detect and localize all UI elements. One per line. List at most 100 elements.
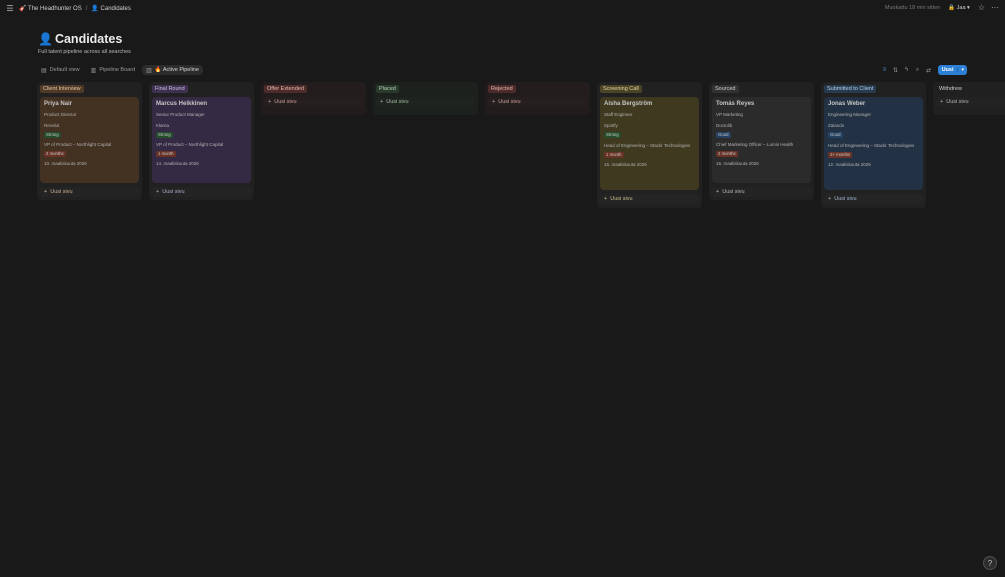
candidate-card[interactable]: Marcus Heikkinen Senior Product Manager Kl… bbox=[152, 97, 251, 183]
column-header[interactable]: Placed bbox=[376, 85, 399, 93]
add-page-button[interactable]: + Uusi sivu bbox=[712, 187, 811, 197]
search-icon[interactable]: ⌕ bbox=[913, 65, 923, 75]
candidate-name: Marcus Heikkinen bbox=[156, 101, 208, 107]
add-page-button[interactable]: + Uusi sivu bbox=[376, 97, 475, 107]
candidate-card[interactable]: Priya Nair Product Director Revolut Strong V… bbox=[40, 97, 139, 183]
candidate-card[interactable]: Jonas Weber Engineering Manager Zalando Goo… bbox=[824, 97, 923, 190]
board-column: Sourced Tomás Reyes VP Marketing Doctolib Go… bbox=[709, 82, 814, 200]
fit-badge: Strong bbox=[44, 132, 61, 138]
board-column: Withdrew + Uusi sivu bbox=[933, 82, 1005, 115]
plus-icon: + bbox=[604, 196, 608, 202]
add-page-button[interactable]: + Uusi sivu bbox=[936, 97, 1005, 107]
menu-icon[interactable]: ☰ bbox=[5, 4, 15, 14]
column-header[interactable]: Withdrew bbox=[936, 85, 965, 93]
plus-icon: + bbox=[268, 99, 272, 105]
column-header[interactable]: Offer Extended bbox=[264, 85, 307, 93]
candidate-role: Product Director bbox=[44, 112, 77, 117]
candidate-company: Spotify bbox=[604, 123, 618, 128]
filter-icon[interactable]: ≡ bbox=[880, 65, 890, 75]
add-page-button[interactable]: + Uusi sivu bbox=[488, 97, 587, 107]
add-page-label: Uusi sivu bbox=[834, 196, 857, 202]
table-icon: ▤ bbox=[41, 67, 47, 74]
candidate-name: Aisha Bergström bbox=[604, 101, 653, 107]
add-page-button[interactable]: + Uusi sivu bbox=[600, 194, 699, 204]
fit-badge: Strong bbox=[604, 132, 621, 138]
column-header[interactable]: Client Interview bbox=[40, 85, 84, 93]
add-page-button[interactable]: + Uusi sivu bbox=[264, 97, 363, 107]
help-icon[interactable]: ? bbox=[983, 556, 997, 570]
chevron-down-icon[interactable]: ▾ bbox=[957, 67, 967, 73]
candidate-card[interactable]: Aisha Bergström Staff Engineer Spotify Stro… bbox=[600, 97, 699, 190]
tab-pipeline-board[interactable]: ▥ Pipeline Board bbox=[87, 65, 139, 75]
board-column: Client Interview Priya Nair Product Direct… bbox=[37, 82, 142, 200]
candidate-role: VP Marketing bbox=[716, 112, 743, 117]
edited-timestamp: Muokattu 18 min sitten bbox=[884, 4, 941, 11]
candidate-name: Jonas Weber bbox=[828, 101, 866, 107]
plus-icon: + bbox=[380, 99, 384, 105]
board-column: Final Round Marcus Heikkinen Senior Produc… bbox=[149, 82, 254, 200]
share-button[interactable]: 🔒 Jaa ▾ bbox=[948, 5, 970, 11]
board-column: Screening Call Aisha Bergström Staff Engin… bbox=[597, 82, 702, 208]
add-page-label: Uusi sivu bbox=[946, 99, 969, 105]
add-page-label: Uusi sivu bbox=[50, 189, 73, 195]
add-page-button[interactable]: + Uusi sivu bbox=[824, 194, 923, 204]
board-column: Submitted to Client Jonas Weber Engineerin… bbox=[821, 82, 926, 208]
new-button-label: Uusi bbox=[941, 67, 954, 73]
column-status-label: Offer Extended bbox=[264, 85, 307, 93]
column-status-label: Final Round bbox=[152, 85, 188, 93]
candidate-name: Priya Nair bbox=[44, 101, 73, 107]
search-relation: VP of Product – Northlight Capital bbox=[44, 142, 112, 147]
add-page-button[interactable]: + Uusi sivu bbox=[152, 187, 251, 197]
search-relation: Chief Marketing Officer – Lumis Health bbox=[716, 142, 794, 147]
candidate-card[interactable]: Tomás Reyes VP Marketing Doctolib Good Chief… bbox=[712, 97, 811, 183]
time-in-stage-badge: 2 months bbox=[44, 151, 66, 157]
tab-label: Pipeline Board bbox=[99, 67, 136, 73]
board-column: Rejected + Uusi sivu bbox=[485, 82, 590, 115]
time-in-stage-badge: 2 months bbox=[716, 151, 738, 157]
breadcrumb-page[interactable]: 👤 Candidates bbox=[91, 5, 131, 12]
column-header[interactable]: Final Round bbox=[152, 85, 188, 93]
column-header[interactable]: Rejected bbox=[488, 85, 516, 93]
time-in-stage-badge: 1 month bbox=[604, 152, 624, 158]
new-button[interactable]: Uusi ▾ bbox=[937, 65, 967, 75]
breadcrumb-workspace[interactable]: 🎸 The Headhunter OS bbox=[19, 5, 82, 12]
stage-date: 15. maaliskuuta 2026 bbox=[604, 162, 647, 167]
page-header: 👤 Candidates bbox=[38, 32, 122, 46]
tab-label: 🔥 Active Pipeline bbox=[154, 67, 199, 73]
tab-active-pipeline[interactable]: ▥ 🔥 Active Pipeline bbox=[142, 65, 203, 75]
view-tabs: ▤ Default view ▥ Pipeline Board ▥ 🔥 Acti… bbox=[37, 65, 206, 75]
tab-default-view[interactable]: ▤ Default view bbox=[37, 65, 84, 75]
candidate-company: Doctolib bbox=[716, 123, 733, 128]
settings-icon[interactable]: ⇄ bbox=[924, 65, 934, 75]
sort-icon[interactable]: ⇅ bbox=[891, 65, 901, 75]
stage-date: 12. maaliskuuta 2026 bbox=[828, 162, 871, 167]
automation-bolt-icon[interactable]: ϟ bbox=[902, 65, 912, 75]
favorite-star-icon[interactable]: ☆ bbox=[978, 3, 985, 12]
more-options-icon[interactable]: ··· bbox=[991, 3, 999, 12]
time-in-stage-badge: 1 month bbox=[156, 151, 176, 157]
plus-icon: + bbox=[44, 189, 48, 195]
stage-date: 14. maaliskuuta 2026 bbox=[156, 161, 199, 166]
column-status-label: Sourced bbox=[712, 85, 739, 93]
top-bar: ☰ 🎸 The Headhunter OS / 👤 Candidates Muo… bbox=[0, 0, 1005, 17]
tab-label: Default view bbox=[49, 67, 80, 73]
column-header[interactable]: Sourced bbox=[712, 85, 739, 93]
candidate-role: Staff Engineer bbox=[604, 112, 633, 117]
fit-badge: Good bbox=[828, 132, 843, 138]
page-emoji-icon[interactable]: 👤 bbox=[38, 32, 53, 46]
board-column: Placed + Uusi sivu bbox=[373, 82, 478, 115]
time-in-stage-badge: 3+ months bbox=[828, 152, 853, 158]
column-header[interactable]: Screening Call bbox=[600, 85, 642, 93]
add-page-label: Uusi sivu bbox=[498, 99, 521, 105]
board-icon: ▥ bbox=[90, 67, 97, 74]
search-relation: VP of Product – Northlight Capital bbox=[156, 142, 224, 147]
share-label: Jaa bbox=[956, 4, 966, 11]
column-header[interactable]: Submitted to Client bbox=[824, 85, 877, 93]
add-page-button[interactable]: + Uusi sivu bbox=[40, 187, 139, 197]
add-page-label: Uusi sivu bbox=[162, 189, 185, 195]
candidate-company: Revolut bbox=[44, 123, 60, 128]
page-title[interactable]: Candidates bbox=[55, 32, 122, 46]
plus-icon: + bbox=[156, 189, 160, 195]
add-page-label: Uusi sivu bbox=[610, 196, 633, 202]
page-description[interactable]: Full talent pipeline across all searches bbox=[38, 49, 131, 55]
